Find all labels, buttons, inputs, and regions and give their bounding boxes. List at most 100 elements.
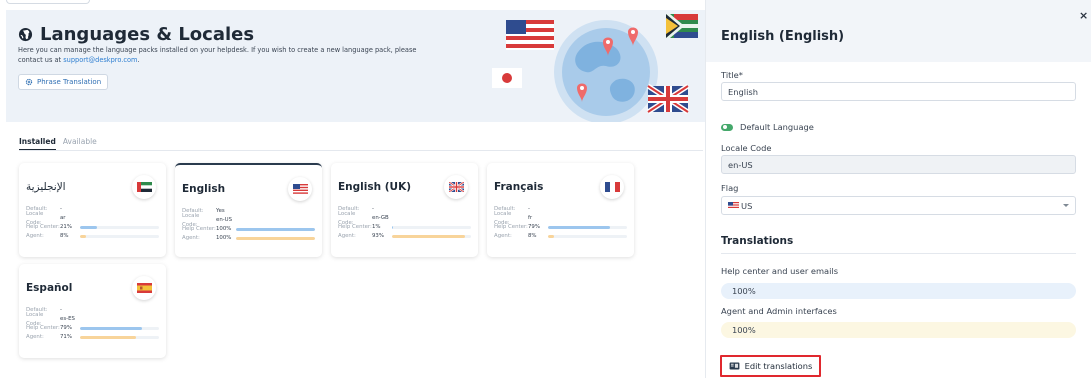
flag-select-value: US: [741, 200, 753, 211]
panel-header: English (English) ×: [706, 0, 1091, 62]
locale-code-value: ar: [60, 215, 66, 221]
language-tabs: Installed Available: [19, 137, 97, 150]
globe-icon: [18, 27, 33, 42]
agent-bar-fill: [392, 235, 466, 238]
language-stats: Default: - Locale Code: fr Help Center: 79% Ag…: [494, 205, 627, 241]
agent-bar-fill: [236, 237, 315, 240]
page-title-text: Languages & Locales: [40, 24, 255, 45]
locale-code-label: Locale Code: [721, 143, 772, 153]
agent-value: 93%: [372, 233, 384, 239]
description-end: .: [137, 55, 140, 64]
default-value: -: [372, 206, 374, 212]
agent-admin-label: Agent and Admin interfaces: [721, 306, 837, 316]
help-center-progress: 100%: [721, 283, 1076, 299]
default-language-toggle-row[interactable]: Default Language: [721, 122, 814, 132]
support-email-link[interactable]: support@deskpro.com: [63, 56, 137, 64]
title-field-label: Title*: [721, 70, 743, 80]
language-stats: Default: - Locale Code: en-GB Help Center: 1%…: [338, 205, 471, 241]
language-stats: Default: Yes Locale Code: en-US Help Center:…: [182, 207, 315, 243]
help-center-bar-fill: [392, 226, 394, 229]
agent-value: 100%: [216, 235, 232, 241]
language-name: Français: [494, 181, 544, 193]
agent-value: 71%: [60, 334, 72, 340]
agent-label: Agent:: [182, 235, 200, 241]
gear-icon: [25, 78, 33, 86]
za-flag-illustration: [666, 14, 698, 38]
locale-code-input: en-US: [721, 155, 1076, 174]
help-center-bar: [80, 226, 159, 229]
help-center-bar-fill: [548, 226, 611, 229]
flag-select[interactable]: US: [721, 196, 1076, 215]
close-icon[interactable]: ×: [1079, 10, 1088, 21]
help-center-label: Help Center:: [182, 226, 216, 232]
tab-available[interactable]: Available: [63, 137, 97, 150]
us-flag-illustration: [506, 20, 554, 50]
translations-divider: [721, 253, 1076, 254]
flag-us-icon: [292, 184, 308, 194]
default-value: -: [60, 307, 62, 313]
tab-installed[interactable]: Installed: [19, 137, 56, 150]
help-center-bar-fill: [236, 228, 315, 231]
app-root: Languages & Locales Here you can manage …: [0, 0, 1091, 378]
flag-icon: [132, 276, 156, 300]
translations-heading: Translations: [721, 235, 794, 247]
chevron-down-icon[interactable]: [1063, 204, 1069, 207]
flag-fr-icon: [604, 182, 620, 192]
flag-icon: [288, 177, 312, 201]
flag-gb-icon: [448, 182, 464, 192]
help-center-value: 21%: [60, 224, 72, 230]
help-center-label: Help Center:: [494, 224, 528, 230]
language-stats: Default: - Locale Code: ar Help Center: 21% Ag…: [26, 205, 159, 241]
help-center-bar-fill: [80, 327, 143, 330]
toggle-icon[interactable]: [721, 123, 733, 131]
language-name: الإنجليزية: [26, 181, 66, 193]
help-center-value: 1%: [372, 224, 381, 230]
language-card[interactable]: Français Default: - Locale Code: fr Help Cent…: [487, 163, 634, 257]
language-detail-panel: English (English) × Title* English Defau…: [705, 0, 1091, 378]
agent-bar: [236, 237, 315, 240]
gb-flag-illustration: [646, 83, 690, 115]
edit-translations-button[interactable]: Edit translations: [720, 355, 821, 377]
language-name: English (UK): [338, 181, 412, 193]
agent-admin-progress: 100%: [721, 322, 1076, 338]
locale-code-value: en-US: [216, 217, 233, 223]
edit-translations-label: Edit translations: [744, 361, 813, 371]
default-language-label: Default Language: [740, 122, 814, 132]
language-card[interactable]: English Default: Yes Locale Code: en-US Help …: [175, 163, 322, 257]
help-center-label: Help Center:: [26, 325, 60, 331]
flag-icon: [600, 175, 624, 199]
language-name: Español: [26, 282, 73, 294]
default-value: -: [60, 206, 62, 212]
title-input[interactable]: English: [721, 82, 1076, 101]
page-title: Languages & Locales: [18, 24, 254, 45]
agent-bar-fill: [80, 336, 137, 339]
language-card[interactable]: الإنجليزية Default: - Locale Code: ar Help Ce…: [19, 163, 166, 257]
agent-bar-fill: [548, 235, 555, 238]
us-flag-icon: [728, 202, 739, 209]
help-center-label: Help center and user emails: [721, 266, 839, 276]
flag-es-icon: [136, 283, 152, 293]
flag-ae-icon: [136, 182, 152, 192]
world-flags-illustration: [492, 14, 698, 122]
agent-label: Agent:: [338, 233, 356, 239]
language-name: English: [182, 183, 226, 195]
phrase-translation-button[interactable]: Phrase Translation: [18, 74, 109, 90]
agent-bar: [392, 235, 471, 238]
help-center-label: Help Center:: [338, 224, 372, 230]
agent-bar-fill: [80, 235, 87, 238]
language-stats: Default: - Locale Code: es-ES Help Center: 79…: [26, 306, 159, 342]
flag-field-label: Flag: [721, 183, 739, 193]
agent-value: 8%: [528, 233, 537, 239]
help-center-value: 79%: [60, 325, 72, 331]
help-center-value: 79%: [528, 224, 540, 230]
language-card[interactable]: Español Default: - Locale Code: es-ES Help Ce…: [19, 264, 166, 358]
help-center-value: 100%: [216, 226, 232, 232]
agent-label: Agent:: [26, 334, 44, 340]
help-center-bar: [236, 228, 315, 231]
main-content: Languages & Locales Here you can manage …: [0, 0, 705, 378]
locale-code-value: en-GB: [372, 215, 389, 221]
language-card[interactable]: English (UK) Default: - Locale Code: en-GB He…: [331, 163, 478, 257]
top-tab-edge: [6, 0, 90, 4]
agent-label: Agent:: [494, 233, 512, 239]
default-value: -: [528, 206, 530, 212]
